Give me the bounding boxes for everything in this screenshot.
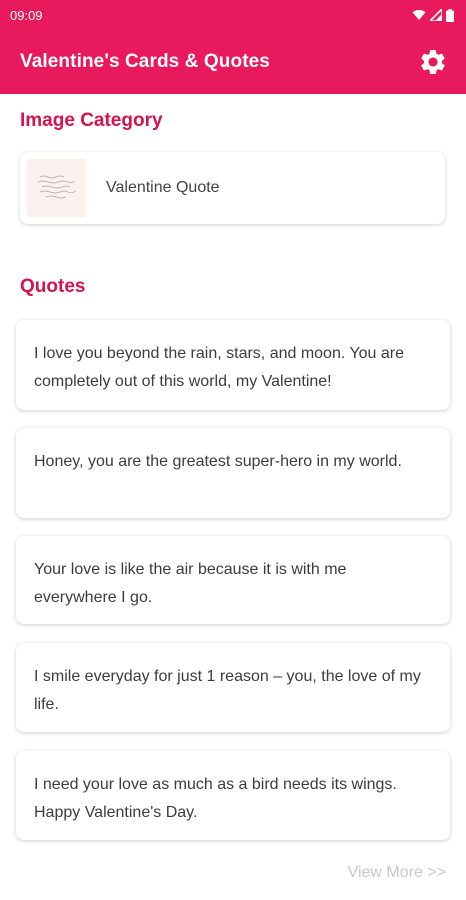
image-category-title: Image Category xyxy=(20,110,163,131)
quotes-title: Quotes xyxy=(20,276,86,297)
quote-text: I love you beyond the rain, stars, and m… xyxy=(34,345,405,390)
wifi-icon xyxy=(412,9,426,20)
quote-image-thumbnail xyxy=(37,175,76,199)
signal-icon xyxy=(430,9,442,21)
status-bar: 09:09 xyxy=(0,0,466,30)
quote-text: Your love is like the air because it is … xyxy=(34,561,347,606)
gear-icon xyxy=(421,49,445,74)
category-label: Valentine Quote xyxy=(106,179,220,196)
view-more-link[interactable]: View More >> xyxy=(348,864,446,882)
quote-text: I smile everyday for just 1 reason – you… xyxy=(34,668,421,713)
battery-icon xyxy=(446,8,454,22)
quote-text: I need your love as much as a bird needs… xyxy=(34,776,397,821)
app-bar: Valentine's Cards & Quotes xyxy=(0,30,466,94)
status-time: 09:09 xyxy=(10,7,43,23)
quote-card[interactable]: Honey, you are the greatest super-hero i… xyxy=(16,428,450,518)
quote-card[interactable]: I love you beyond the rain, stars, and m… xyxy=(16,320,450,410)
quote-text: Honey, you are the greatest super-hero i… xyxy=(34,453,402,470)
app-title: Valentine's Cards & Quotes xyxy=(20,51,270,72)
quote-card[interactable]: I need your love as much as a bird needs… xyxy=(16,751,450,840)
status-icons xyxy=(412,8,454,22)
settings-button[interactable] xyxy=(416,45,450,79)
quote-card[interactable]: Your love is like the air because it is … xyxy=(16,536,450,624)
category-card-valentine-quote[interactable]: Valentine Quote xyxy=(20,152,445,224)
quote-card[interactable]: I smile everyday for just 1 reason – you… xyxy=(16,643,450,732)
category-thumbnail xyxy=(27,159,86,217)
